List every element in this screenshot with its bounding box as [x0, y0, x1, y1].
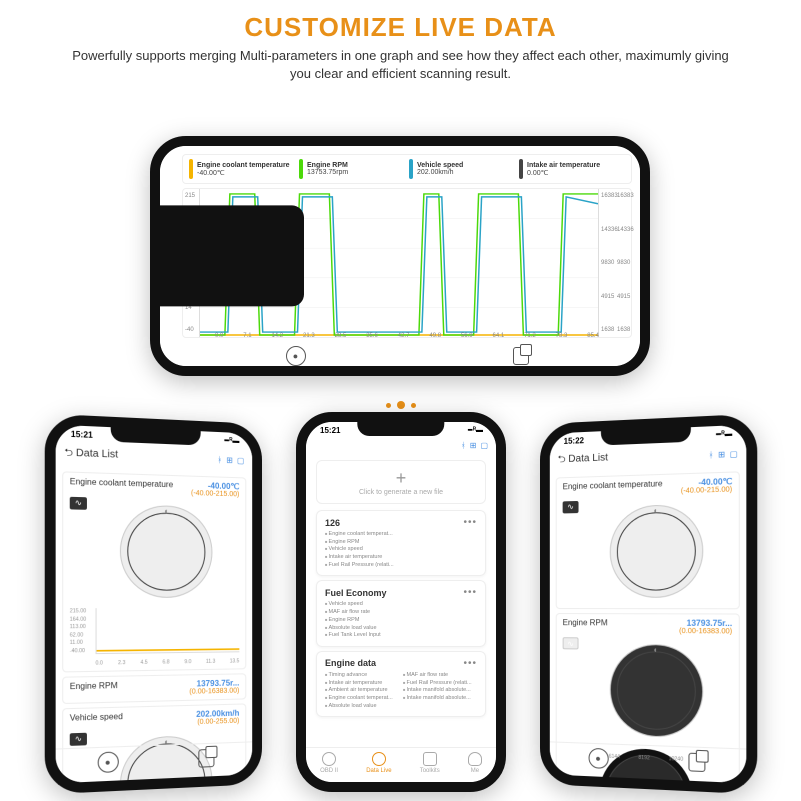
chart-legend: Engine coolant temperature-40.00℃ Engine… [182, 154, 632, 184]
legend-item[interactable]: Engine coolant temperature-40.00℃ [189, 159, 295, 179]
mini-line-chart: 215.00164.00113.0062.0011.00-40.00 0.02.… [70, 608, 240, 667]
param-panel-rpm[interactable]: Engine RPM13793.75r... (0.00-16383.00) [62, 673, 246, 704]
more-icon[interactable]: ••• [463, 587, 477, 598]
phone-notch [357, 420, 444, 436]
phone-left: 15:21▪▪▪ ᴿ ▬ ⮌ Data List ᚼ⊞▢ Engine cool… [45, 414, 262, 795]
phone-notch [160, 205, 304, 306]
banner-subtitle: Powerfully supports merging Multi-parame… [0, 43, 801, 90]
video-icon[interactable]: ▢ [237, 456, 244, 465]
phone-center: 15:21▪▪▪ ᴿ ▬ ᚼ⊞▢ + Click to generate a n… [296, 412, 506, 792]
save-button[interactable] [198, 749, 214, 768]
back-button[interactable]: ⮌ Data List [64, 445, 118, 465]
y-axis-right-b: 1638314336983049151638 [615, 189, 631, 337]
gauge-icon[interactable] [610, 504, 704, 598]
header-icons: ᚼ ⊞ ▢ [217, 455, 244, 465]
bluetooth-icon[interactable]: ᚼ [217, 455, 222, 464]
grid-icon[interactable]: ⊞ [226, 456, 233, 465]
param-panel-coolant[interactable]: Engine coolant temperature-40.00℃ (-40.0… [62, 471, 246, 672]
signal-icon: ▪▪▪ ᴿ ▬ [716, 431, 732, 439]
tab-obd[interactable]: OBD II [320, 752, 338, 774]
param-panel-coolant[interactable]: Engine coolant temperature-40.00℃ (-40.0… [556, 471, 740, 609]
bluetooth-icon[interactable]: ᚼ [709, 450, 714, 460]
tab-datalive[interactable]: Data Live [366, 752, 391, 774]
record-button[interactable]: ● [97, 751, 118, 773]
tab-toolkits[interactable]: Toolkits [420, 752, 440, 774]
wave-icon[interactable] [563, 637, 579, 649]
legend-item[interactable]: Intake air temperature0.00℃ [519, 159, 625, 179]
plus-icon: + [396, 469, 407, 487]
video-icon[interactable]: ▢ [480, 441, 488, 450]
banner-title: CUSTOMIZE LIVE DATA [0, 0, 801, 43]
tab-bar: OBD II Data Live Toolkits Me [306, 747, 496, 778]
save-button[interactable] [688, 753, 705, 772]
footer-bar: ● [182, 342, 632, 366]
page-header: ᚼ ⊞▢ [306, 437, 496, 454]
y-axis-right-a: 1638314336983049151638 [599, 189, 615, 337]
signal-icon: ▪▪▪ ᴿ ▬ [467, 427, 482, 434]
legend-item[interactable]: Vehicle speed202.00km/h [409, 159, 515, 179]
more-icon[interactable]: ••• [463, 517, 477, 528]
phone-top-landscape: Engine coolant temperature-40.00℃ Engine… [150, 136, 650, 376]
grid-icon[interactable]: ⊞ [718, 450, 725, 460]
more-icon[interactable]: ••• [463, 658, 477, 669]
back-button[interactable]: ⮌ Data List [558, 450, 608, 469]
dataset-card-fuel[interactable]: Fuel Economy••• Vehicle speedMAF air flo… [316, 580, 486, 646]
header-icons: ᚼ ⊞▢ [461, 441, 488, 450]
wave-icon[interactable] [70, 733, 87, 746]
record-button[interactable]: ● [588, 748, 608, 769]
save-button[interactable] [513, 347, 529, 365]
phone-right: 15:22▪▪▪ ᴿ ▬ ⮌ Data List ᚼ⊞▢ Engine cool… [540, 414, 757, 795]
bluetooth-icon[interactable]: ᚼ [461, 441, 466, 450]
gauge-icon[interactable] [610, 644, 704, 739]
tab-me[interactable]: Me [468, 752, 482, 774]
add-file-button[interactable]: + Click to generate a new file [316, 460, 486, 504]
record-button[interactable]: ● [286, 346, 306, 366]
wave-icon[interactable] [70, 497, 87, 510]
grid-icon[interactable]: ⊞ [470, 441, 477, 450]
wave-icon[interactable] [563, 501, 579, 514]
dataset-card-engine[interactable]: Engine data••• Timing advanceIntake air … [316, 651, 486, 717]
signal-icon: ▪▪▪ ᴿ ▬ [224, 437, 238, 445]
header-icons: ᚼ ⊞ ▢ [709, 449, 738, 460]
legend-item[interactable]: Engine RPM13753.75rpm [299, 159, 405, 179]
x-axis: 0.07.114.221.328.535.642.749.856.964.171… [215, 333, 599, 339]
dataset-card-126[interactable]: 126••• Engine coolant temperat...Engine … [316, 510, 486, 576]
video-icon[interactable]: ▢ [729, 449, 737, 459]
gauge-icon[interactable] [120, 504, 213, 598]
